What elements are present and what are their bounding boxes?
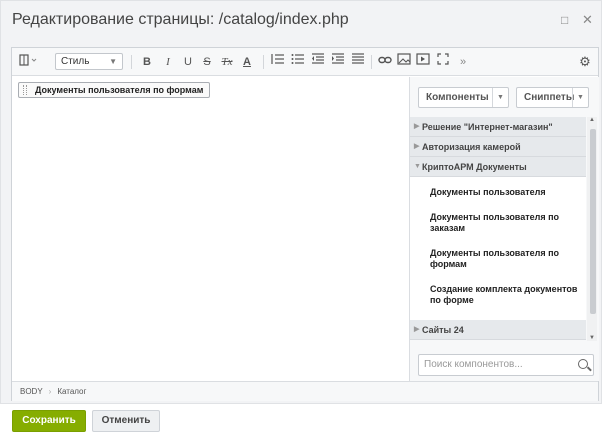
- video-icon[interactable]: [415, 53, 431, 71]
- html-editor: Стиль ▼ B I U S Tx A » ⚙ Документы польз…: [11, 47, 599, 401]
- search-input[interactable]: Поиск компонентов...: [418, 354, 594, 376]
- ordered-list-icon[interactable]: [270, 53, 286, 71]
- link-icon[interactable]: [377, 53, 393, 71]
- tab-snippets-label: Сниппеты: [524, 92, 575, 103]
- image-icon[interactable]: [396, 53, 412, 71]
- list-item[interactable]: Документы пользователя по заказам: [410, 212, 586, 234]
- drag-handle-icon[interactable]: [23, 85, 27, 95]
- tab-components-label: Компоненты: [426, 92, 489, 103]
- element-path-bar: BODY › Каталог: [12, 381, 598, 401]
- close-icon[interactable]: ✕: [582, 13, 593, 26]
- toolbar-divider: [371, 55, 372, 69]
- cancel-button[interactable]: Отменить: [92, 410, 160, 432]
- tab-snippets[interactable]: Сниппеты ▼: [516, 87, 589, 108]
- list-item[interactable]: Документы пользователя: [410, 187, 586, 198]
- remove-format-button[interactable]: Tx: [219, 53, 235, 71]
- scroll-up-icon[interactable]: ▲: [589, 117, 595, 123]
- more-button[interactable]: »: [456, 53, 470, 71]
- tree-items: Документы пользователя Документы пользов…: [410, 177, 586, 320]
- edit-page-dialog: Редактирование страницы: /catalog/index.…: [0, 0, 602, 404]
- chevron-down-icon: ▼: [414, 163, 421, 170]
- chevron-right-icon: ▶: [414, 326, 420, 333]
- components-panel: Компоненты ▼ Сниппеты ▼ ▶ Решение "Интер…: [409, 77, 599, 381]
- list-item[interactable]: Документы пользователя по формам: [410, 248, 586, 270]
- settings-icon[interactable]: ⚙: [578, 53, 592, 71]
- component-chip-label: Документы пользователя по формам: [35, 85, 204, 95]
- scroll-thumb[interactable]: [590, 129, 596, 314]
- tree-group[interactable]: ▶ Авторизация камерой: [410, 137, 586, 157]
- tree-group-label: Решение "Интернет-магазин": [422, 122, 553, 132]
- editor-toolbar: Стиль ▼ B I U S Tx A » ⚙: [12, 48, 598, 76]
- search-icon[interactable]: [578, 359, 588, 369]
- chevron-down-icon[interactable]: ▼: [572, 88, 588, 107]
- panel-scrollbar[interactable]: ▲ ▼: [587, 117, 597, 341]
- tree-group-label: Сайты 24: [422, 325, 464, 335]
- chevron-right-icon: ▶: [414, 123, 420, 130]
- list-item[interactable]: Создание комплекта документов по форме: [410, 284, 586, 306]
- tree-group-label: Авторизация камерой: [422, 142, 521, 152]
- chevron-down-icon: ▼: [109, 57, 117, 66]
- unordered-list-icon[interactable]: [290, 53, 306, 71]
- dialog-title: Редактирование страницы: /catalog/index.…: [12, 11, 349, 28]
- component-chip[interactable]: Документы пользователя по формам: [18, 82, 211, 98]
- outdent-icon[interactable]: [310, 53, 326, 71]
- path-item-catalog[interactable]: Каталог: [57, 387, 86, 396]
- components-tree: ▶ Решение "Интернет-магазин" ▶ Авторизац…: [410, 117, 586, 341]
- chevron-right-icon: ›: [48, 387, 52, 396]
- view-mode-icon[interactable]: [18, 53, 40, 71]
- indent-icon[interactable]: [330, 53, 346, 71]
- strikethrough-button[interactable]: S: [200, 53, 214, 71]
- save-button[interactable]: Сохранить: [12, 410, 86, 432]
- tree-group-label: КриптоАРМ Документы: [422, 162, 527, 172]
- scroll-down-icon[interactable]: ▼: [589, 335, 595, 341]
- editor-content-area[interactable]: Документы пользователя по формам: [12, 77, 408, 379]
- tab-components[interactable]: Компоненты ▼: [418, 87, 509, 108]
- tree-group-open[interactable]: ▼ КриптоАРМ Документы: [410, 157, 586, 177]
- bold-button[interactable]: B: [140, 53, 154, 71]
- fullscreen-icon[interactable]: [435, 53, 451, 71]
- style-select-label: Стиль: [61, 56, 90, 67]
- tree-group[interactable]: ▶ Решение "Интернет-магазин": [410, 117, 586, 137]
- italic-button[interactable]: I: [161, 53, 175, 71]
- chevron-right-icon: ▶: [414, 143, 420, 150]
- maximize-icon[interactable]: □: [561, 14, 568, 26]
- style-select[interactable]: Стиль ▼: [55, 53, 123, 70]
- chevron-down-icon[interactable]: ▼: [492, 88, 508, 107]
- align-justify-icon[interactable]: [350, 53, 366, 71]
- underline-button[interactable]: U: [181, 53, 195, 71]
- path-item-body[interactable]: BODY: [20, 387, 43, 396]
- toolbar-divider: [131, 55, 132, 69]
- toolbar-divider: [263, 55, 264, 69]
- tree-group[interactable]: ▶ Сайты 24: [410, 320, 586, 340]
- search-placeholder: Поиск компонентов...: [424, 359, 523, 370]
- font-color-button[interactable]: A: [240, 53, 254, 71]
